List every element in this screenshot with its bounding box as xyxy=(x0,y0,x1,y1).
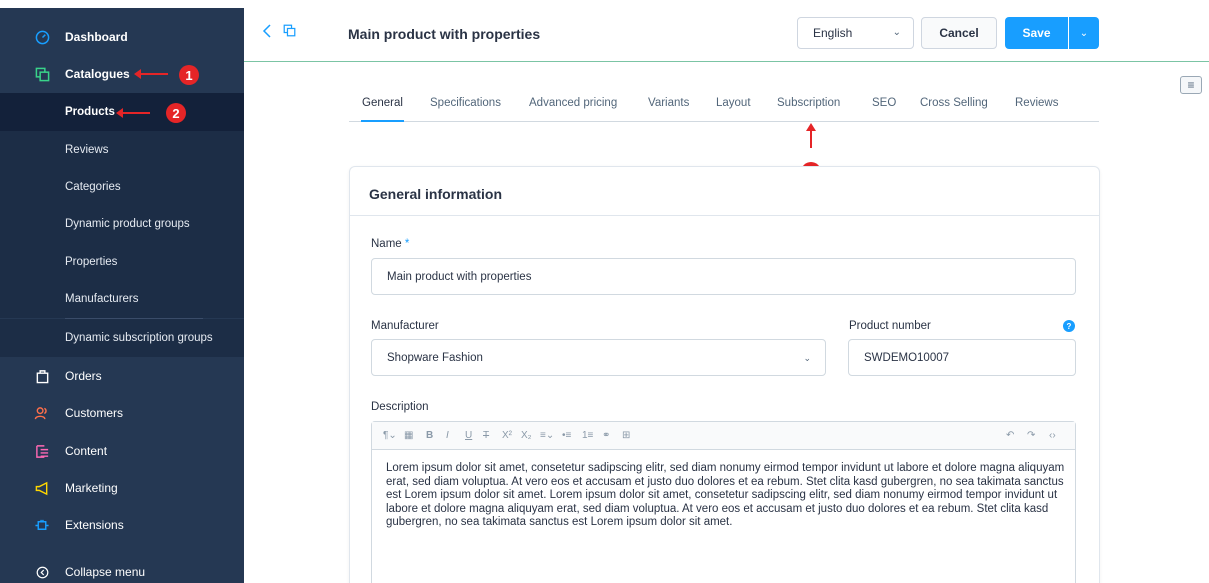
content-icon xyxy=(34,443,50,459)
sidebar-item-orders[interactable]: Orders xyxy=(0,357,244,395)
dashboard-icon xyxy=(34,29,50,45)
manufacturer-label: Manufacturer xyxy=(371,320,439,332)
tab-reviews[interactable]: Reviews xyxy=(1015,97,1058,122)
annotation-badge-1: 1 xyxy=(179,65,199,85)
sidebar: Dashboard Catalogues 1 Products 2 Review… xyxy=(0,0,244,583)
subscript-icon[interactable]: X₂ xyxy=(521,430,532,441)
superscript-icon[interactable]: X² xyxy=(502,430,512,441)
tab-variants[interactable]: Variants xyxy=(648,97,689,122)
collapse-icon xyxy=(34,564,50,580)
align-icon[interactable]: ≡⌄ xyxy=(540,430,554,441)
tab-seo[interactable]: SEO xyxy=(872,97,896,122)
sidebar-item-dynamic-subscription-groups[interactable]: Dynamic subscription groups xyxy=(0,319,244,357)
sidebar-item-manufacturers[interactable]: Manufacturers xyxy=(0,280,244,318)
ordered-list-icon[interactable]: 1≡ xyxy=(582,430,593,441)
tab-advanced-pricing[interactable]: Advanced pricing xyxy=(529,97,617,122)
sidebar-item-extensions[interactable]: Extensions xyxy=(0,506,244,544)
sidebar-item-dashboard[interactable]: Dashboard xyxy=(0,18,244,56)
sidebar-item-marketing[interactable]: Marketing xyxy=(0,469,244,507)
save-button[interactable]: Save xyxy=(1005,17,1068,49)
code-view-icon[interactable]: ‹› xyxy=(1049,430,1056,441)
paragraph-format-icon[interactable]: ¶⌄ xyxy=(383,430,397,441)
orders-icon xyxy=(34,368,50,384)
sidebar-item-reviews[interactable]: Reviews xyxy=(0,131,244,169)
chevron-down-icon: ⌄ xyxy=(1079,27,1089,39)
tab-cross-selling[interactable]: Cross Selling xyxy=(920,97,988,122)
annotation-badge-2: 2 xyxy=(166,103,186,123)
sidebar-item-customers[interactable]: Customers xyxy=(0,394,244,432)
manufacturer-select[interactable]: Shopware Fashion ⌄ xyxy=(371,339,826,376)
link-icon[interactable]: ⚭ xyxy=(602,430,610,441)
marketing-icon xyxy=(34,480,50,496)
image-icon[interactable]: ▦ xyxy=(404,430,413,441)
bold-icon[interactable]: B xyxy=(426,430,433,441)
undo-icon[interactable]: ↶ xyxy=(1006,430,1014,441)
chevron-down-icon: ⌄ xyxy=(803,353,811,363)
required-marker: * xyxy=(404,238,410,250)
italic-icon[interactable]: I xyxy=(446,430,449,441)
product-number-label: Product number xyxy=(849,320,931,332)
customers-icon xyxy=(34,405,50,421)
tab-general[interactable]: General xyxy=(361,97,404,122)
sidebar-item-label: Catalogues xyxy=(65,67,130,81)
redo-icon[interactable]: ↷ xyxy=(1027,430,1035,441)
sidebar-item-label: Dashboard xyxy=(65,30,128,44)
language-value: English xyxy=(813,26,853,40)
sidebar-item-dynamic-product-groups[interactable]: Dynamic product groups xyxy=(0,205,244,243)
tab-specifications[interactable]: Specifications xyxy=(430,97,501,122)
collapse-menu-button[interactable]: Collapse menu xyxy=(0,553,244,583)
sidebar-toggle-button[interactable]: ≡ xyxy=(1180,76,1202,94)
chevron-down-icon: ⌄ xyxy=(892,27,901,38)
annotation-arrow-3 xyxy=(806,123,816,148)
name-field[interactable]: Main product with properties xyxy=(371,258,1076,295)
table-icon[interactable]: ⊞ xyxy=(622,430,630,441)
product-number-field[interactable]: SWDEMO10007 xyxy=(848,339,1076,376)
editor-toolbar: ¶⌄ ▦ B I U T X² X₂ ≡⌄ •≡ 1≡ ⚭ ⊞ ↶ ↷ ‹› xyxy=(372,422,1075,450)
sidebar-item-categories[interactable]: Categories xyxy=(0,168,244,206)
sidebar-item-properties[interactable]: Properties xyxy=(0,243,244,281)
page-title: Main product with properties xyxy=(348,26,541,42)
card-header: General information xyxy=(350,167,1099,216)
save-options-button[interactable]: ⌄ xyxy=(1069,17,1099,49)
strikethrough-icon[interactable]: T xyxy=(483,430,489,441)
annotation-arrow-1 xyxy=(134,69,168,79)
back-icon[interactable] xyxy=(262,24,272,41)
card-title: General information xyxy=(369,186,503,202)
catalogue-icon xyxy=(34,66,50,82)
tab-layout[interactable]: Layout xyxy=(716,97,751,122)
sidebar-item-catalogues[interactable]: Catalogues xyxy=(0,55,244,93)
description-label: Description xyxy=(371,401,429,413)
tab-bar: General Specifications Advanced pricing … xyxy=(349,97,1099,122)
annotation-arrow-2 xyxy=(116,108,150,118)
sidebar-item-content[interactable]: Content xyxy=(0,432,244,470)
underline-icon[interactable]: U xyxy=(465,430,472,441)
extensions-icon xyxy=(34,517,50,533)
language-select[interactable]: English ⌄ xyxy=(797,17,914,49)
description-editor[interactable]: ¶⌄ ▦ B I U T X² X₂ ≡⌄ •≡ 1≡ ⚭ ⊞ ↶ ↷ ‹› L… xyxy=(371,421,1076,583)
tab-subscription[interactable]: Subscription xyxy=(777,97,840,122)
unordered-list-icon[interactable]: •≡ xyxy=(562,430,571,441)
copy-icon[interactable] xyxy=(283,24,296,40)
description-text: Lorem ipsum dolor sit amet, consetetur s… xyxy=(386,462,1065,529)
help-icon[interactable]: ? xyxy=(1063,320,1075,332)
cancel-button[interactable]: Cancel xyxy=(921,17,997,49)
name-label: Name * xyxy=(371,238,410,250)
app-window: Dashboard Catalogues 1 Products 2 Review… xyxy=(0,0,1209,583)
menu-icon: ≡ xyxy=(1187,78,1195,92)
